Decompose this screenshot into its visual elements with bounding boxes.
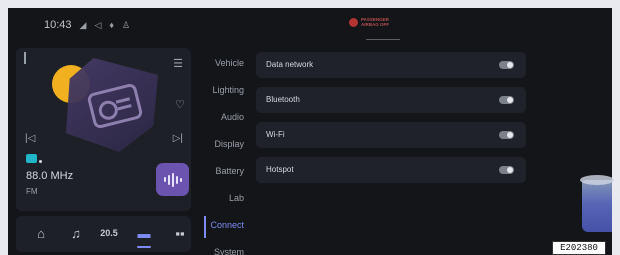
station-logo-icon <box>26 154 37 163</box>
status-bar: 10:43 ◢ ◁ ♦ ♙ <box>44 19 130 31</box>
nav-connect[interactable]: Connect <box>194 220 244 230</box>
band: FM <box>26 187 38 196</box>
data-network-toggle[interactable] <box>499 61 514 69</box>
nav-lab[interactable]: Lab <box>194 193 244 203</box>
next-icon[interactable]: ▷| <box>173 133 183 144</box>
car-icon[interactable]: ▬ <box>134 226 154 241</box>
water-glass-illustration <box>580 175 614 233</box>
frequency: 88.0 MHz <box>26 170 74 182</box>
divider <box>366 39 400 40</box>
clock: 10:43 <box>44 19 72 31</box>
nav-vehicle[interactable]: Vehicle <box>194 58 244 68</box>
nav-system[interactable]: System <box>194 247 244 255</box>
dock: ⌂ ♫ 20.5 ▬ ▪▪ <box>16 216 191 252</box>
dock-active-indicator <box>137 246 151 248</box>
nav-display[interactable]: Display <box>194 139 244 149</box>
home-icon[interactable]: ⌂ <box>31 226 51 241</box>
microphone-icon: ♦ <box>109 20 114 30</box>
station-dot <box>39 160 42 163</box>
infotainment-screen: 10:43 ◢ ◁ ♦ ♙ PASSENGER AIRBAG OFF ☰ ♡ |… <box>8 8 612 255</box>
apps-icon[interactable]: ▪▪ <box>170 226 190 241</box>
music-icon[interactable]: ♫ <box>66 226 86 241</box>
nav-lighting[interactable]: Lighting <box>194 85 244 95</box>
wifi-toggle[interactable] <box>499 131 514 139</box>
media-card[interactable]: ☰ ♡ |◁ ▷| 88.0 MHz FM <box>16 48 191 211</box>
climate-temperature[interactable]: 20.5 <box>99 228 119 238</box>
nav-battery[interactable]: Battery <box>194 166 244 176</box>
drag-handle[interactable] <box>24 52 26 64</box>
figure-stamp: E202380 <box>552 241 606 255</box>
previous-icon[interactable]: |◁ <box>25 133 35 144</box>
setting-hotspot[interactable]: Hotspot <box>256 157 526 183</box>
bluetooth-toggle[interactable] <box>499 96 514 104</box>
voice-icon <box>163 177 166 182</box>
person-icon: ♙ <box>121 19 131 30</box>
setting-label: Data network <box>266 60 314 69</box>
location-icon: ◁ <box>94 19 102 30</box>
nav-active-indicator <box>204 216 206 238</box>
setting-label: Hotspot <box>266 165 294 174</box>
setting-label: Wi-Fi <box>266 130 285 139</box>
nav-audio[interactable]: Audio <box>194 112 244 122</box>
airbag-icon <box>349 17 358 27</box>
setting-label: Bluetooth <box>266 95 300 104</box>
hotspot-toggle[interactable] <box>499 166 514 174</box>
heart-icon[interactable]: ♡ <box>175 98 185 111</box>
airbag-line2: AIRBAG OFF <box>361 22 389 27</box>
passenger-airbag-indicator: PASSENGER AIRBAG OFF <box>349 17 389 27</box>
setting-wifi[interactable]: Wi-Fi <box>256 122 526 148</box>
setting-bluetooth[interactable]: Bluetooth <box>256 87 526 113</box>
signal-icon: ◢ <box>79 19 87 30</box>
playlist-icon[interactable]: ☰ <box>173 57 183 70</box>
setting-data-network[interactable]: Data network <box>256 52 526 78</box>
voice-button[interactable] <box>156 163 189 196</box>
